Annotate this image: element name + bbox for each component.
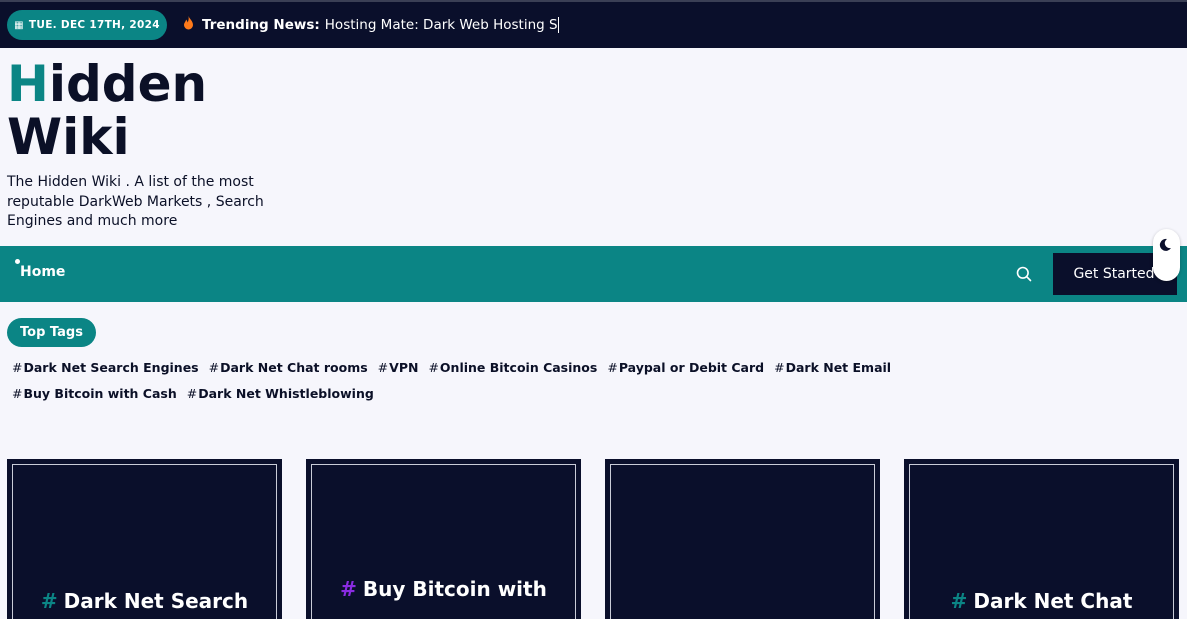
fire-icon [183, 16, 194, 34]
category-card[interactable]: # Dark Net Search [7, 459, 282, 619]
tag-link[interactable]: #Dark Net Search Engines [12, 355, 199, 381]
tag-list: #Dark Net Search Engines #Dark Net Chat … [12, 355, 1012, 407]
top-tags-heading: Top Tags [7, 318, 96, 347]
calendar-icon: ▦ [14, 19, 24, 31]
nav-item-home[interactable]: Home [20, 264, 65, 280]
site-title-rest: idden [48, 55, 208, 113]
site-tagline: The Hidden Wiki . A list of the most rep… [7, 174, 264, 229]
moon-icon [1158, 238, 1172, 256]
trending-link[interactable]: Hosting Mate: Dark Web Hosting S [325, 17, 559, 33]
tag-link[interactable]: #Dark Net Chat rooms [209, 355, 368, 381]
card-title: # Dark Net Chat [950, 589, 1133, 613]
main-navbar: Home Get Started [0, 246, 1187, 302]
card-title: # Dark Net Search [40, 589, 249, 613]
tag-link[interactable]: #Paypal or Debit Card [607, 355, 764, 381]
site-title[interactable]: Hidden Wiki [7, 58, 237, 164]
tag-link[interactable]: #Dark Net Whistleblowing [187, 381, 374, 407]
card-title: # Buy Bitcoin with [340, 577, 547, 601]
top-bar: ▦ TUE. DEC 17TH, 2024 Trending News: Hos… [0, 0, 1187, 48]
category-card[interactable] [605, 459, 880, 619]
trending-label: Trending News: [202, 17, 320, 33]
category-card[interactable]: # Buy Bitcoin with [306, 459, 581, 619]
search-icon[interactable] [1016, 266, 1032, 286]
category-card[interactable]: # Dark Net Chat [904, 459, 1179, 619]
site-title-initial: H [7, 55, 49, 113]
tag-link[interactable]: #Dark Net Email [774, 355, 891, 381]
tag-link[interactable]: #VPN [378, 355, 419, 381]
site-title-line2: Wiki [7, 108, 130, 166]
tag-link[interactable]: #Buy Bitcoin with Cash [12, 381, 177, 407]
dark-mode-toggle[interactable] [1153, 229, 1180, 281]
tag-link[interactable]: #Online Bitcoin Casinos [428, 355, 597, 381]
date-text: TUE. DEC 17TH, 2024 [28, 19, 160, 31]
trending-news: Trending News: Hosting Mate: Dark Web Ho… [183, 10, 559, 40]
date-badge: ▦ TUE. DEC 17TH, 2024 [7, 10, 167, 40]
